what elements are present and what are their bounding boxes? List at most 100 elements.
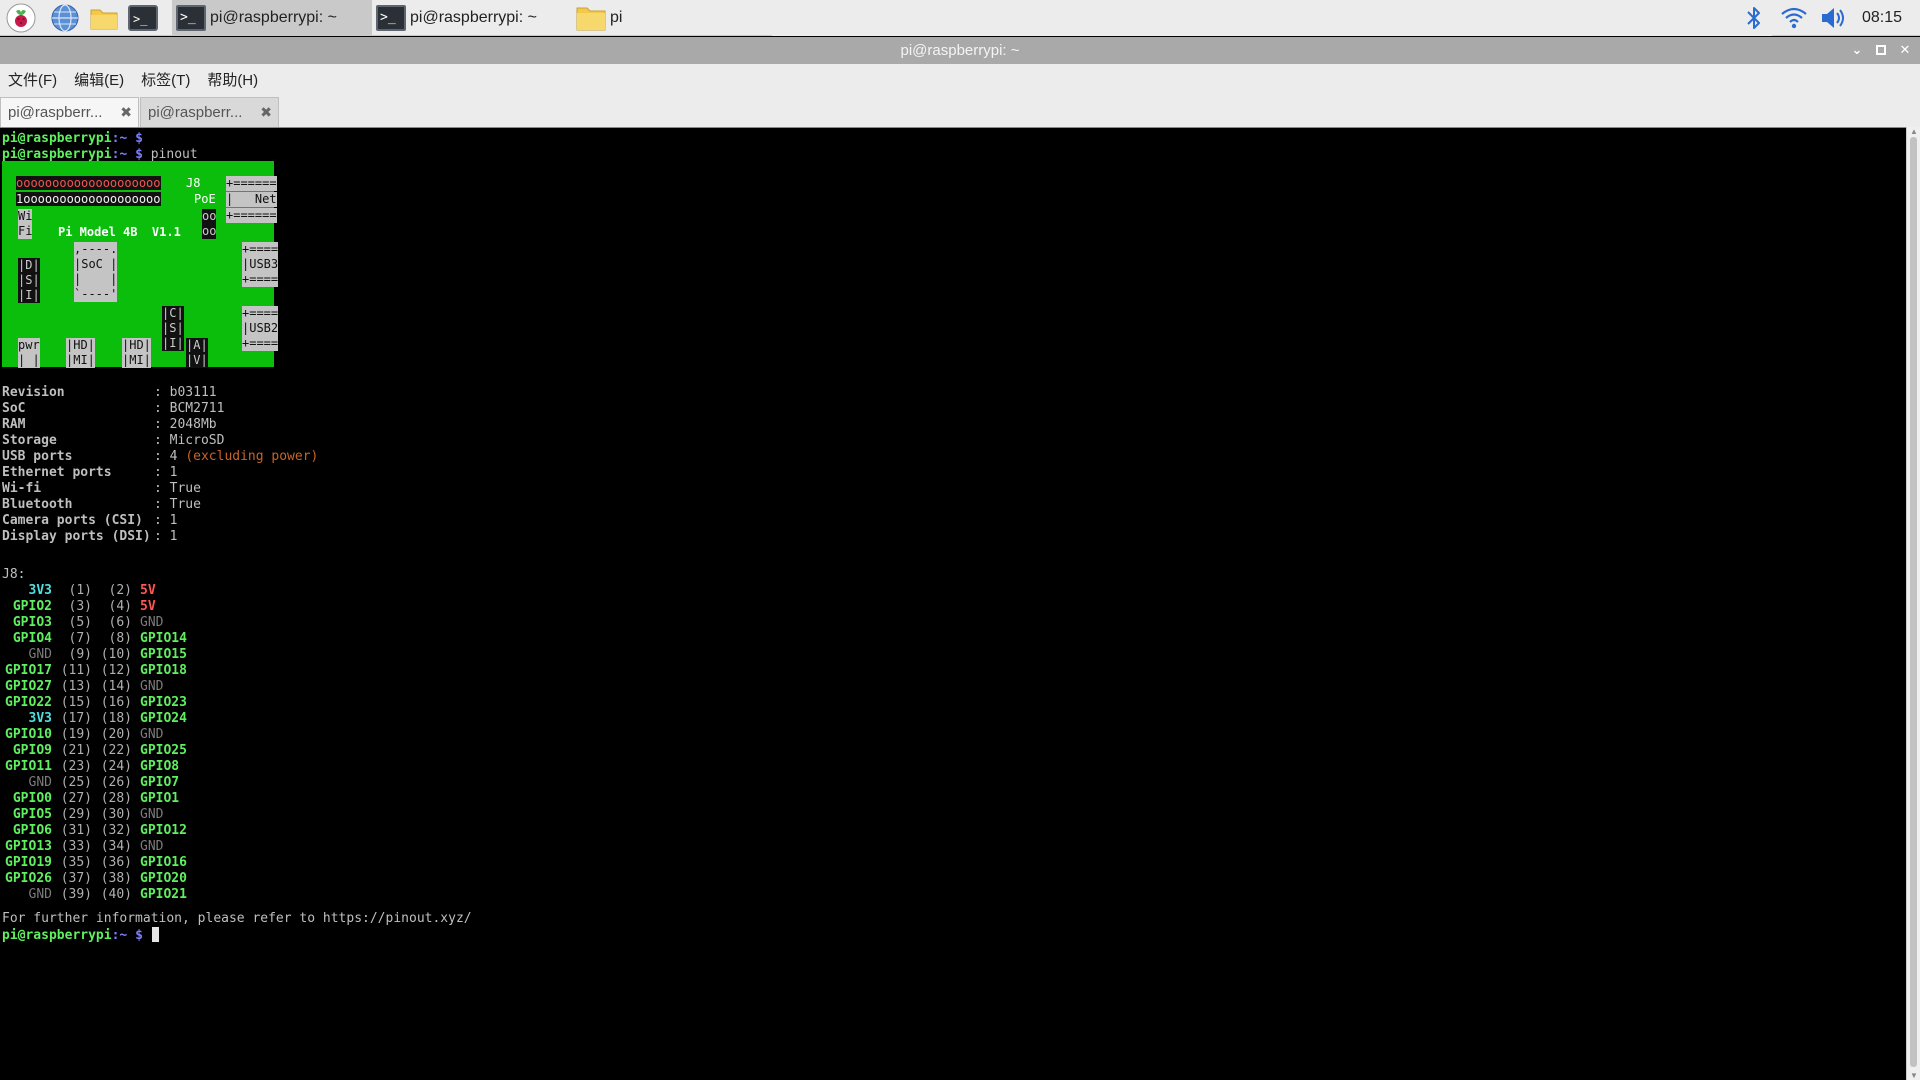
pin-number-left: (1) <box>68 583 92 598</box>
pin-number-right: (30) <box>100 807 132 822</box>
poe-label: PoE <box>194 192 216 206</box>
pin-row: GPIO19 (35) (36) GPIO16 <box>2 855 187 871</box>
info-row: Storage: MicroSD <box>2 433 225 448</box>
scrollbar-thumb[interactable] <box>1910 137 1917 1067</box>
pin-number-left: (15) <box>60 695 92 710</box>
pin-row: GPIO22 (15) (16) GPIO23 <box>2 695 187 711</box>
web-browser-icon[interactable] <box>50 3 80 33</box>
pin-name-right: GPIO15 <box>140 647 187 662</box>
usb2-port: +==== |USB2 +==== <box>242 306 279 351</box>
info-row: USB ports: 4 (excluding power) <box>2 449 319 464</box>
pin-number-right: (14) <box>100 679 132 694</box>
pin-number-right: (24) <box>100 759 132 774</box>
info-row: Bluetooth: True <box>2 497 201 512</box>
tab-terminal-1[interactable]: pi@raspberr... ✖ <box>0 97 139 127</box>
info-key: Camera ports (CSI) <box>2 513 143 528</box>
task-terminal-1[interactable]: >_ pi@raspberrypi: ~ <box>172 0 372 36</box>
pin-name-left: GPIO17 <box>5 663 52 678</box>
menu-tabs[interactable]: 标签(T) <box>141 69 190 90</box>
pin-number-left: (31) <box>60 823 92 838</box>
pin-row: GPIO10 (19) (20) GND <box>2 727 163 743</box>
task-folder-pi[interactable]: pi <box>572 0 772 36</box>
terminal-output[interactable]: pi@raspberrypi:~ $ pi@raspberrypi:~ $ pi… <box>0 127 1906 1080</box>
minimize-icon[interactable]: ⌄ <box>1848 41 1866 59</box>
pin-number-right: (32) <box>100 823 132 838</box>
info-note: (excluding power) <box>185 449 319 464</box>
info-row: Revision: b03111 <box>2 385 217 400</box>
pin-name-left: GPIO11 <box>5 759 52 774</box>
close-tab-icon[interactable]: ✖ <box>260 104 272 121</box>
pin-name-left: GPIO5 <box>12 807 52 822</box>
pin-name-right: 5V <box>140 583 156 598</box>
info-value: True <box>169 481 201 496</box>
pin-name-left: GPIO22 <box>5 695 52 710</box>
window-titlebar[interactable]: pi@raspberrypi: ~ ⌄ ✕ <box>0 37 1920 64</box>
dsi-port: |D| |S| |I| <box>18 258 40 303</box>
pin-number-right: (28) <box>100 791 132 806</box>
info-key: Storage <box>2 433 57 448</box>
clock[interactable]: 08:15 <box>1862 0 1902 36</box>
info-value: b03111 <box>169 385 217 400</box>
menu-help[interactable]: 帮助(H) <box>207 69 258 90</box>
info-key: Wi-fi <box>2 481 42 496</box>
pin-name-right: GPIO18 <box>140 663 187 678</box>
pin-name-left: GPIO10 <box>5 727 52 742</box>
info-value: 1 <box>169 513 178 528</box>
maximize-icon[interactable] <box>1872 41 1890 59</box>
volume-icon[interactable] <box>1819 4 1847 32</box>
scroll-up-icon[interactable]: ▲ <box>1910 127 1918 136</box>
pin-name-right: GPIO1 <box>140 791 180 806</box>
pin-name-left: GND <box>28 647 52 662</box>
j8-label: J8 <box>186 176 201 190</box>
info-key: Bluetooth <box>2 497 73 512</box>
pin-number-right: (26) <box>100 775 132 790</box>
text-cursor <box>151 927 159 942</box>
menu-file[interactable]: 文件(F) <box>8 69 57 90</box>
terminal-icon[interactable]: >_ <box>128 3 158 33</box>
pin-name-left: GPIO0 <box>12 791 52 806</box>
task-terminal-2[interactable]: >_ pi@raspberrypi: ~ <box>372 0 572 36</box>
hdmi1-port: |HD| |MI| <box>122 338 151 368</box>
pin-number-left: (39) <box>60 887 92 902</box>
pin-number-right: (12) <box>100 663 132 678</box>
pin-number-right: (4) <box>108 599 132 614</box>
info-value: True <box>169 497 201 512</box>
power-port: pwr | | <box>18 338 40 368</box>
close-tab-icon[interactable]: ✖ <box>120 104 132 121</box>
vertical-scrollbar[interactable]: ▲ ▼ <box>1906 127 1920 1080</box>
pin-name-right: GPIO23 <box>140 695 187 710</box>
pin-row: GND (25) (26) GPIO7 <box>2 775 180 791</box>
prompt-line: pi@raspberrypi:~ $ <box>2 131 143 146</box>
pin-number-right: (18) <box>100 711 132 726</box>
scroll-down-icon[interactable]: ▼ <box>1910 1071 1918 1080</box>
pin-name-right: GND <box>140 839 164 854</box>
pin-number-left: (23) <box>60 759 92 774</box>
pin-number-right: (16) <box>100 695 132 710</box>
task-label: pi <box>610 9 623 26</box>
pin-name-left: GPIO13 <box>5 839 52 854</box>
close-icon[interactable]: ✕ <box>1896 41 1914 59</box>
av-port: |A| |V| <box>186 338 208 368</box>
tab-terminal-2[interactable]: pi@raspberr... ✖ <box>140 97 279 127</box>
pin-number-left: (27) <box>60 791 92 806</box>
taskbar: >_ >_ pi@raspberrypi: ~ >_ pi@raspberryp… <box>0 0 1920 36</box>
info-row: SoC: BCM2711 <box>2 401 225 416</box>
raspberry-menu-icon[interactable] <box>6 3 36 33</box>
pin-number-left: (21) <box>60 743 92 758</box>
wifi-icon[interactable] <box>1780 4 1808 32</box>
menu-edit[interactable]: 编辑(E) <box>74 69 124 90</box>
pin-name-left: GPIO6 <box>12 823 52 838</box>
info-row: Wi-fi: True <box>2 481 201 496</box>
info-key: Ethernet ports <box>2 465 112 480</box>
pin-number-left: (13) <box>60 679 92 694</box>
pi-board-diagram: oooooooooooooooooooo 1oooooooooooooooooo… <box>2 161 279 368</box>
pin-name-left: GPIO3 <box>12 615 52 630</box>
pin-number-right: (8) <box>108 631 132 646</box>
pin-row: GPIO9 (21) (22) GPIO25 <box>2 743 187 759</box>
pin-name-left: GPIO19 <box>5 855 52 870</box>
task-label: pi@raspberrypi: ~ <box>210 9 337 26</box>
pin-row: GPIO4 (7) (8) GPIO14 <box>2 631 187 647</box>
file-manager-icon[interactable] <box>89 3 119 33</box>
info-key: Revision <box>2 385 65 400</box>
bluetooth-icon[interactable] <box>1743 4 1765 32</box>
